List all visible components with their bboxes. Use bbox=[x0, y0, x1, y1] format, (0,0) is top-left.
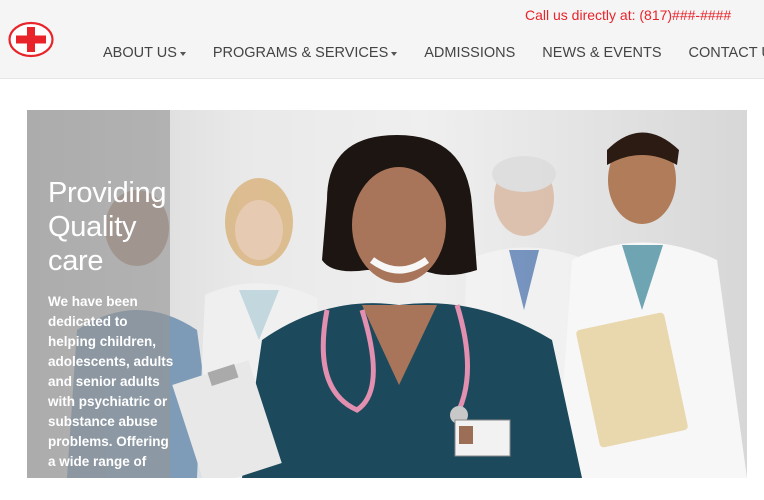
hero-banner: Providing Quality care We have been dedi… bbox=[27, 110, 747, 478]
nav-news-events-label: NEWS & EVENTS bbox=[542, 45, 662, 61]
nav-contact-us[interactable]: CONTACT US bbox=[689, 45, 764, 61]
nav-contact-us-label: CONTACT US bbox=[688, 45, 764, 61]
caret-down-icon bbox=[391, 52, 398, 56]
main-nav: ABOUT US PROGRAMS & SERVICES ADMISSIONS … bbox=[103, 43, 764, 63]
phone-contact[interactable]: Call us directly at: (817)###-#### bbox=[525, 7, 731, 23]
hero-description: We have been dedicated to helping childr… bbox=[48, 294, 174, 469]
site-header: Call us directly at: (817)###-#### ABOUT… bbox=[0, 0, 764, 79]
nav-about-us[interactable]: ABOUT US bbox=[103, 45, 186, 61]
nav-admissions[interactable]: ADMISSIONS bbox=[424, 45, 515, 61]
nav-news-events[interactable]: NEWS & EVENTS bbox=[542, 45, 661, 61]
nav-about-us-label: ABOUT US bbox=[103, 45, 177, 61]
red-cross-icon[interactable] bbox=[8, 21, 54, 58]
hero-title: Providing Quality care bbox=[48, 177, 167, 277]
nav-programs-services-label: PROGRAMS & SERVICES bbox=[212, 45, 389, 61]
caret-down-icon bbox=[179, 52, 186, 56]
nav-admissions-label: ADMISSIONS bbox=[424, 45, 516, 61]
nav-programs-services[interactable]: PROGRAMS & SERVICES bbox=[212, 45, 398, 61]
